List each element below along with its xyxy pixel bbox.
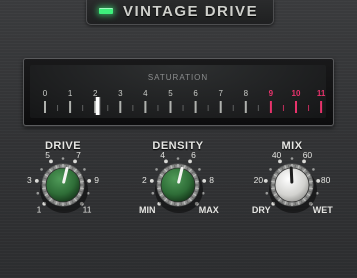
knob-scale-dot [265,191,269,195]
mix-knob-knurl[interactable] [294,201,297,206]
knob-scale-dot [269,168,272,171]
mix-scale-label: WET [313,205,333,215]
knob-scale-dot [290,157,294,160]
mix-knob-group: DRY 20 40 60 80 WET [252,150,333,215]
mix-scale-label: 60 [303,150,313,160]
mix-knob-knurl[interactable] [271,187,276,190]
plugin-panel: VINTAGE DRIVE SATURATION 0 1 2 3 4 5 6 7 8 9 10 11 … [0,0,357,278]
mix-scale-label: DRY [252,205,271,215]
mix-knob-knurl[interactable] [308,180,313,183]
knob-scale-dot [312,168,315,171]
knob-scale-dot [263,178,268,183]
mix-scale-label: 40 [272,150,282,160]
mix-knob-knurl[interactable] [294,164,297,169]
mix-knob-knurl[interactable] [308,187,313,190]
mix-knob[interactable] [270,163,314,207]
mix-knob-knurl[interactable] [271,180,276,183]
mix-scale-label: 20 [254,175,264,185]
mix-knob-indicator [289,166,294,184]
mix-scale-label: 80 [321,175,331,185]
mix-knob-knurl[interactable] [287,201,290,206]
knob-scale-dot [316,178,321,183]
mix-knob-knurl[interactable] [287,164,290,169]
